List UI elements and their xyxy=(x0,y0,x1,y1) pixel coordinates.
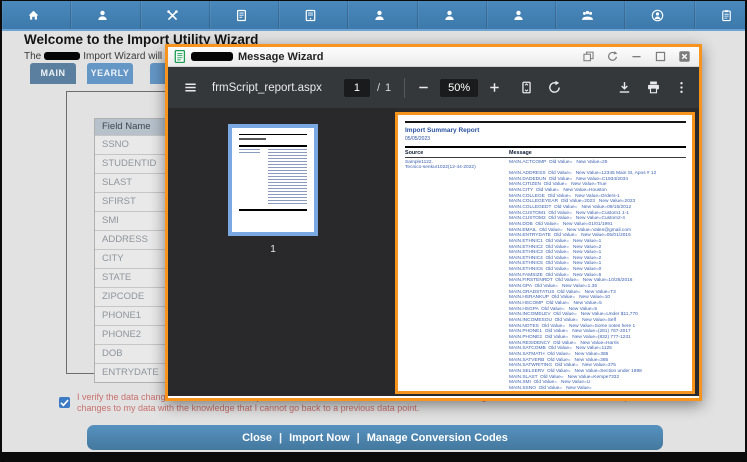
page-number-input[interactable]: 1 xyxy=(343,78,370,97)
nav-item[interactable] xyxy=(141,1,210,29)
pdf-viewer: 1 Import Summary Report 05/05/2023 Sourc… xyxy=(168,108,699,396)
thumb-line xyxy=(238,138,267,141)
report-message-line: MAIN.SSNO Old Value= New Value= xyxy=(509,385,592,391)
report-date: 05/05/2023 xyxy=(405,135,431,142)
page-separator: / xyxy=(376,81,380,94)
thumb-line xyxy=(238,209,308,212)
redacted-text xyxy=(191,52,233,61)
application-window: Welcome to the Import Utility Wizard The… xyxy=(2,1,745,452)
import-now-button[interactable]: Import Now xyxy=(289,432,350,444)
subtitle-suffix: Import Wizard will he xyxy=(83,51,177,62)
document-icon xyxy=(174,49,191,64)
thumb-text-block xyxy=(238,148,260,155)
nav-item[interactable] xyxy=(695,1,745,29)
dialog-titlebar[interactable]: Message Wizard xyxy=(168,47,699,67)
thumb-line xyxy=(238,134,308,136)
close-button[interactable]: Close xyxy=(242,432,272,444)
close-icon[interactable] xyxy=(678,50,691,63)
nav-item-icon xyxy=(96,9,109,22)
restore-window-icon[interactable] xyxy=(582,50,595,63)
report-rule xyxy=(405,157,686,159)
screen-frame xyxy=(0,0,747,1)
screen-frame xyxy=(0,0,2,462)
zoom-level-input[interactable]: 50% xyxy=(440,78,479,97)
toolbar-divider xyxy=(404,77,406,98)
report-rule xyxy=(405,121,686,123)
nav-item[interactable] xyxy=(487,1,557,29)
zoom-in-icon[interactable] xyxy=(487,80,502,95)
nav-item-icon xyxy=(166,9,179,22)
thumbnail-page-number: 1 xyxy=(270,244,276,255)
report-body: Sample1122. Tecnico-senkur1022(12-44-202… xyxy=(405,160,686,391)
minimize-icon[interactable] xyxy=(630,50,643,63)
report-message-list: MAIN.ACTCOMP Old Value= New Value=25 MAIN… xyxy=(509,160,686,391)
footer-action-bar: Close | Import Now | Manage Conversion C… xyxy=(87,425,663,450)
menu-icon[interactable] xyxy=(183,80,198,95)
nav-item[interactable] xyxy=(418,1,487,29)
nav-item[interactable] xyxy=(2,1,72,29)
nav-item-icon xyxy=(512,9,525,22)
refresh-window-icon[interactable] xyxy=(606,50,619,63)
pdf-page-pane: Import Summary Report 05/05/2023 Source … xyxy=(395,108,699,396)
report-title: Import Summary Report xyxy=(405,126,480,134)
nav-item[interactable] xyxy=(625,1,695,29)
subtitle-prefix: The xyxy=(24,51,42,62)
pdf-toolbar: frmScript_report.aspx 1 / 1 50% xyxy=(168,67,699,108)
manage-conversion-codes-button[interactable]: Manage Conversion Codes xyxy=(367,432,508,444)
message-column-header: Message xyxy=(509,149,532,156)
thumbnail-pane: 1 xyxy=(168,108,395,396)
nav-item[interactable] xyxy=(210,1,280,29)
rotate-icon[interactable] xyxy=(547,80,562,95)
nav-item[interactable] xyxy=(348,1,418,29)
nav-item[interactable] xyxy=(279,1,349,29)
nav-item-icon xyxy=(651,9,664,22)
message-wizard-dialog: Message Wizard frmScript_report.aspx 1 /… xyxy=(165,44,702,401)
dialog-title: Message Wizard xyxy=(238,50,324,63)
page-total: 1 xyxy=(385,81,392,94)
pdf-filename: frmScript_report.aspx xyxy=(212,81,322,94)
report-column-headers: Source Message xyxy=(405,150,686,156)
report-source-cell: Sample1122. Tecnico-senkur1022(12-44-202… xyxy=(405,160,509,391)
nav-item-icon xyxy=(27,9,40,22)
page-thumbnail[interactable] xyxy=(228,124,318,236)
wizard-tab[interactable]: YEARLY xyxy=(87,63,133,84)
page-subtitle: The Import Wizard will he xyxy=(24,51,176,62)
window-controls xyxy=(582,50,699,63)
report-rule xyxy=(405,145,686,148)
thumb-line xyxy=(238,144,308,147)
nav-item-icon xyxy=(720,9,733,22)
print-icon[interactable] xyxy=(646,80,661,95)
zoom-out-icon[interactable] xyxy=(416,80,431,95)
footer-separator: | xyxy=(356,431,360,444)
verify-text-line2: changes to my data with the knowledge th… xyxy=(77,403,420,413)
source-column-header: Source xyxy=(405,149,424,156)
wizard-tab[interactable]: MAIN xyxy=(30,63,76,84)
verify-checkbox[interactable] xyxy=(59,397,70,408)
maximize-icon[interactable] xyxy=(654,50,667,63)
footer-separator: | xyxy=(279,431,283,444)
nav-item-icon xyxy=(373,9,386,22)
main-nav xyxy=(2,1,745,31)
fit-page-icon[interactable] xyxy=(519,80,534,95)
more-options-icon[interactable] xyxy=(674,80,689,95)
nav-item[interactable] xyxy=(71,1,141,29)
nav-item-icon xyxy=(443,9,456,22)
redacted-text xyxy=(44,52,81,61)
nav-item-icon xyxy=(304,9,317,22)
nav-item-icon xyxy=(235,9,248,22)
screen-frame xyxy=(0,452,747,462)
thumb-text-block xyxy=(268,148,308,205)
download-icon[interactable] xyxy=(617,80,632,95)
nav-item[interactable] xyxy=(556,1,626,29)
source-line: Tecnico-senkur1022(12-44-2022) xyxy=(405,165,476,171)
nav-item-icon xyxy=(581,9,594,22)
report-page: Import Summary Report 05/05/2023 Source … xyxy=(395,112,695,394)
